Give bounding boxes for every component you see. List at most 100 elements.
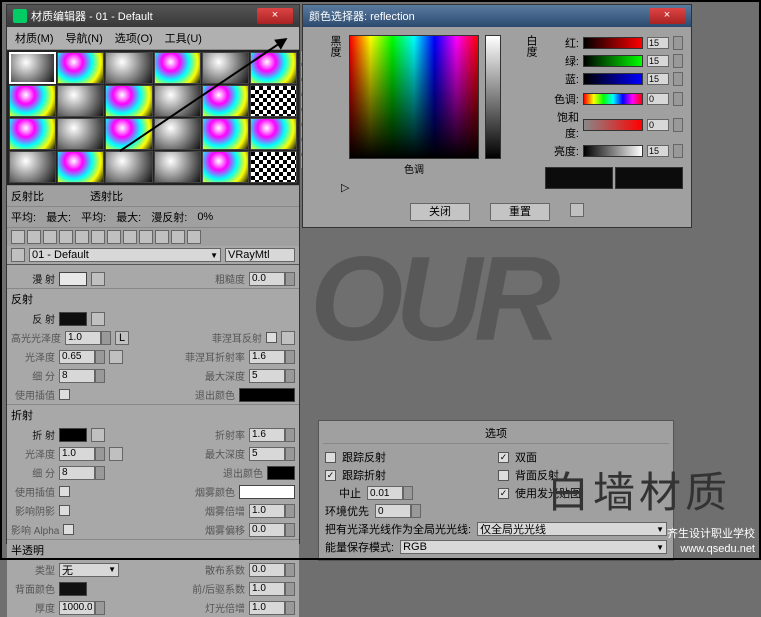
roughness-spinner[interactable] [249, 272, 295, 286]
cutoff-spinner[interactable] [367, 486, 413, 500]
material-sample[interactable] [57, 52, 104, 84]
material-sample[interactable] [9, 52, 56, 84]
refl-gloss-spinner[interactable] [59, 350, 105, 364]
refl-depth-spinner[interactable] [249, 369, 295, 383]
energy-mode-combo[interactable]: RGB▼ [400, 540, 667, 554]
material-sample[interactable] [250, 85, 297, 117]
material-sample[interactable] [105, 52, 152, 84]
val-slider[interactable] [583, 145, 643, 157]
refl-map-button[interactable] [91, 312, 105, 326]
gloss-ray-combo[interactable]: 仅全局光光线▼ [477, 522, 667, 536]
pick-icon[interactable] [11, 230, 25, 244]
close-button[interactable]: 关闭 [410, 203, 470, 221]
refr-interp-checkbox[interactable] [59, 486, 70, 497]
fogmult-spinner[interactable] [249, 504, 295, 518]
color-picker-titlebar[interactable]: 颜色选择器: reflection × [303, 5, 691, 27]
fwd-spinner[interactable] [249, 582, 295, 596]
affect-shadow-checkbox[interactable] [59, 505, 70, 516]
app-icon [13, 9, 27, 23]
refr-gloss-spinner[interactable] [59, 447, 105, 461]
material-sample[interactable] [154, 52, 201, 84]
fresnel-ior-spinner[interactable] [249, 350, 295, 364]
prev-icon[interactable] [11, 248, 25, 262]
window-title: 颜色选择器: reflection [309, 8, 415, 24]
refr-depth-spinner[interactable] [249, 447, 295, 461]
material-sample[interactable] [9, 118, 56, 150]
material-name-row: 01 - Default▼ VRayMtl [7, 246, 299, 264]
material-sample[interactable] [202, 118, 249, 150]
material-sample[interactable] [105, 85, 152, 117]
menu-tools[interactable]: 工具(U) [161, 29, 206, 47]
menu-material[interactable]: 材质(M) [11, 29, 58, 47]
options-title: 选项 [323, 425, 669, 444]
fresnel-checkbox[interactable] [266, 332, 277, 343]
use-irrmap-checkbox[interactable]: ✓ [498, 488, 509, 499]
refl-interp-checkbox[interactable] [59, 389, 70, 400]
hue-value[interactable] [647, 93, 669, 105]
diffuse-map-button[interactable] [91, 272, 105, 286]
material-sample[interactable] [154, 151, 201, 183]
material-sample[interactable] [57, 151, 104, 183]
trace-refr-checkbox[interactable]: ✓ [325, 470, 336, 481]
hue-slider[interactable] [583, 93, 643, 105]
material-sample[interactable] [9, 151, 56, 183]
material-sample[interactable] [57, 85, 104, 117]
material-sample[interactable] [202, 151, 249, 183]
material-name-combo[interactable]: 01 - Default▼ [29, 248, 221, 262]
material-sample[interactable] [250, 118, 297, 150]
material-sample[interactable] [105, 151, 152, 183]
material-sample[interactable] [250, 151, 297, 183]
material-type-button[interactable]: VRayMtl [225, 248, 295, 262]
refr-subdiv-spinner[interactable] [59, 466, 105, 480]
material-sample[interactable] [9, 85, 56, 117]
close-icon[interactable]: × [257, 8, 293, 24]
color-field[interactable] [349, 35, 479, 159]
green-slider[interactable] [583, 55, 643, 67]
reset-button[interactable]: 重置 [490, 203, 550, 221]
thickness-spinner[interactable] [59, 601, 105, 615]
env-priority-spinner[interactable] [375, 504, 421, 518]
color-picker-window: 颜色选择器: reflection × 黑度 ▷ 色调 白度 红: 绿: 蓝: … [302, 4, 692, 228]
red-slider[interactable] [583, 37, 643, 49]
hilight-gloss-spinner[interactable] [65, 331, 111, 345]
red-value[interactable] [647, 37, 669, 49]
menu-nav[interactable]: 导航(N) [62, 29, 107, 47]
translucency-type-combo[interactable]: 无▼ [59, 563, 119, 577]
scatter-spinner[interactable] [249, 563, 295, 577]
sample-status: 反射比 透射比 [7, 185, 299, 206]
double-sided-checkbox[interactable]: ✓ [498, 452, 509, 463]
material-editor-titlebar[interactable]: 材质编辑器 - 01 - Default × [7, 5, 299, 27]
window-title: 材质编辑器 - 01 - Default [31, 8, 153, 24]
diffuse-row: 漫 射 粗糙度 [7, 269, 299, 288]
menu-options[interactable]: 选项(O) [111, 29, 157, 47]
val-value[interactable] [647, 145, 669, 157]
eyedropper-icon[interactable] [570, 203, 584, 217]
fog-swatch[interactable] [239, 485, 295, 499]
reflection-swatch[interactable] [59, 312, 87, 326]
refl-exit-swatch[interactable] [239, 388, 295, 402]
refr-exit-swatch[interactable] [267, 466, 295, 480]
refl-subdiv-spinner[interactable] [59, 369, 105, 383]
back-refl-checkbox[interactable] [498, 470, 509, 481]
affect-alpha-checkbox[interactable] [63, 524, 74, 535]
blue-slider[interactable] [583, 73, 643, 85]
close-icon[interactable]: × [649, 8, 685, 24]
current-color-swatch[interactable] [545, 167, 613, 189]
material-editor-window: 材质编辑器 - 01 - Default × 材质(M) 导航(N) 选项(O)… [6, 4, 300, 544]
fogbias-spinner[interactable] [249, 523, 295, 537]
refraction-swatch[interactable] [59, 428, 87, 442]
back-color-swatch[interactable] [59, 582, 87, 596]
sat-slider[interactable] [583, 119, 643, 131]
lock-button[interactable]: L [115, 331, 129, 345]
lightmult-spinner[interactable] [249, 601, 295, 615]
new-color-swatch[interactable] [615, 167, 683, 189]
diffuse-swatch[interactable] [59, 272, 87, 286]
value-slider[interactable] [485, 35, 501, 159]
material-sample[interactable] [57, 118, 104, 150]
green-value[interactable] [647, 55, 669, 67]
hue-marker-icon[interactable]: ▷ [341, 181, 349, 194]
blue-value[interactable] [647, 73, 669, 85]
trace-refl-checkbox[interactable] [325, 452, 336, 463]
refr-ior-spinner[interactable] [249, 428, 295, 442]
sat-value[interactable] [647, 119, 669, 131]
